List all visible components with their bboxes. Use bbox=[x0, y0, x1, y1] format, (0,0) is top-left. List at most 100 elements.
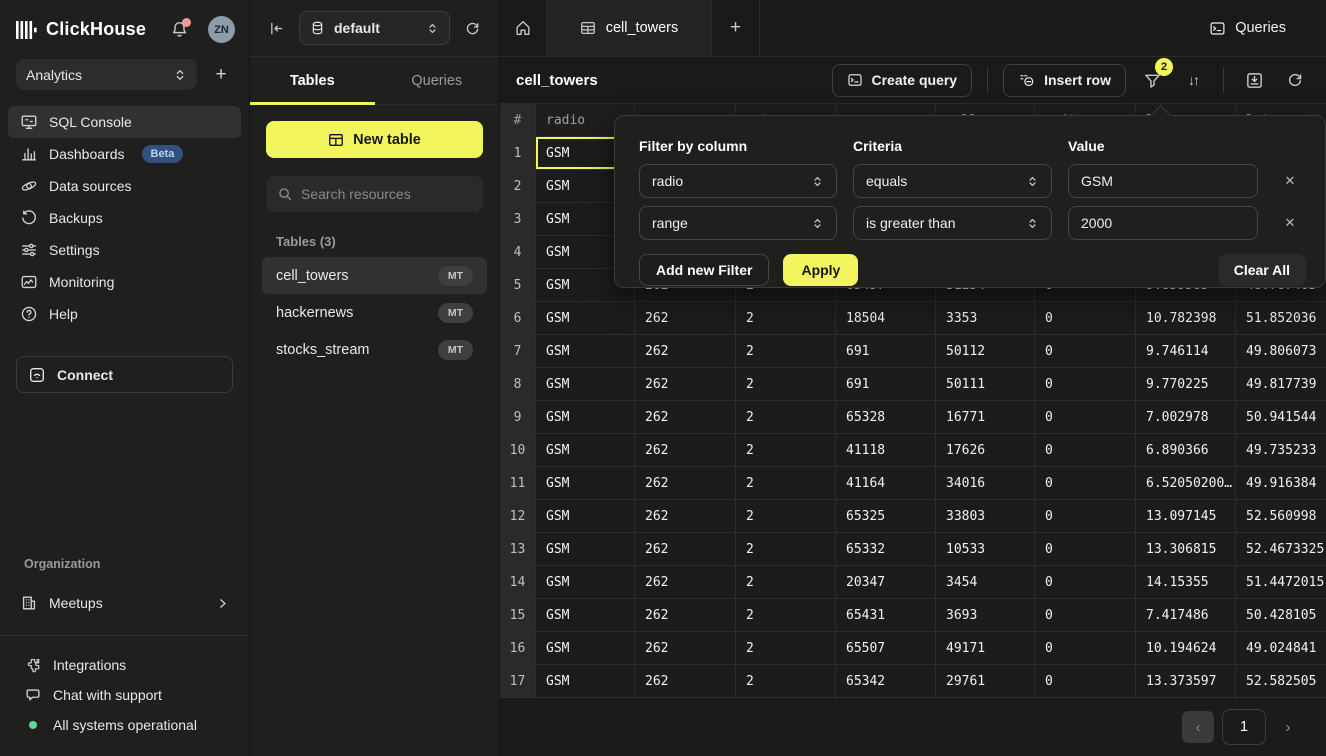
cell[interactable]: 2 bbox=[736, 632, 836, 665]
cell[interactable]: 2 bbox=[736, 500, 836, 533]
cell[interactable]: GSM bbox=[536, 632, 635, 665]
cell[interactable]: 0 bbox=[1035, 632, 1136, 665]
cell[interactable]: 10.782398 bbox=[1136, 302, 1236, 335]
cell[interactable]: GSM bbox=[536, 533, 635, 566]
cell[interactable]: 0 bbox=[1035, 401, 1136, 434]
cell[interactable]: 262 bbox=[635, 302, 736, 335]
notifications-bell-icon[interactable] bbox=[167, 18, 191, 42]
cell[interactable]: 0 bbox=[1035, 500, 1136, 533]
cell[interactable]: 50.941544 bbox=[1236, 401, 1326, 434]
filter-column-select-1[interactable]: radio bbox=[639, 164, 837, 198]
table-list-item-cell-towers[interactable]: cell_towers MT bbox=[262, 257, 487, 294]
workspace-select[interactable]: Analytics bbox=[16, 59, 197, 90]
table-list-item-stocks-stream[interactable]: stocks_stream MT bbox=[262, 331, 487, 368]
cell[interactable]: 65325 bbox=[836, 500, 936, 533]
queries-button[interactable]: Queries bbox=[1209, 0, 1326, 56]
download-icon[interactable] bbox=[1239, 65, 1269, 95]
cell[interactable]: 13.373597 bbox=[1136, 665, 1236, 698]
avatar[interactable]: ZN bbox=[208, 16, 235, 43]
cell[interactable]: GSM bbox=[536, 599, 635, 632]
cell[interactable]: 49.916384 bbox=[1236, 467, 1326, 500]
cell[interactable]: 2 bbox=[736, 599, 836, 632]
filter-value-input-1[interactable] bbox=[1081, 173, 1245, 189]
cell[interactable]: GSM bbox=[536, 401, 635, 434]
cell[interactable]: 691 bbox=[836, 335, 936, 368]
cell[interactable]: 0 bbox=[1035, 434, 1136, 467]
cell[interactable]: 262 bbox=[635, 368, 736, 401]
cell[interactable]: 0 bbox=[1035, 467, 1136, 500]
cell[interactable]: 52.582505 bbox=[1236, 665, 1326, 698]
cell[interactable]: 691 bbox=[836, 368, 936, 401]
filter-criteria-select-1[interactable]: equals bbox=[853, 164, 1052, 198]
cell[interactable]: 41118 bbox=[836, 434, 936, 467]
cell[interactable]: 29761 bbox=[936, 665, 1035, 698]
open-tab-cell-towers[interactable]: cell_towers bbox=[547, 0, 712, 56]
sidebar-item-chat-support[interactable]: Chat with support bbox=[8, 680, 241, 710]
filter-funnel-icon[interactable]: 2 bbox=[1137, 65, 1167, 95]
cell[interactable]: GSM bbox=[536, 467, 635, 500]
cell[interactable]: 65507 bbox=[836, 632, 936, 665]
cell[interactable]: 0 bbox=[1035, 599, 1136, 632]
cell[interactable]: 2 bbox=[736, 368, 836, 401]
sort-icon[interactable]: ↓↑ bbox=[1178, 65, 1208, 95]
filter-column-select-2[interactable]: range bbox=[639, 206, 837, 240]
cell[interactable]: 0 bbox=[1035, 368, 1136, 401]
cell[interactable]: 18504 bbox=[836, 302, 936, 335]
cell[interactable]: 20347 bbox=[836, 566, 936, 599]
remove-filter-1-icon[interactable]: ✕ bbox=[1274, 173, 1306, 189]
cell[interactable]: 51.4472015 bbox=[1236, 566, 1326, 599]
cell[interactable]: GSM bbox=[536, 368, 635, 401]
cell[interactable]: 7.417486 bbox=[1136, 599, 1236, 632]
sidebar-item-settings[interactable]: Settings bbox=[8, 234, 241, 266]
sidebar-item-help[interactable]: Help bbox=[8, 298, 241, 330]
cell[interactable]: 10533 bbox=[936, 533, 1035, 566]
sidebar-item-meetups[interactable]: Meetups bbox=[8, 587, 241, 619]
cell[interactable]: 34016 bbox=[936, 467, 1035, 500]
cell[interactable]: 51.852036 bbox=[1236, 302, 1326, 335]
cell[interactable]: 49.735233 bbox=[1236, 434, 1326, 467]
sidebar-item-monitoring[interactable]: Monitoring bbox=[8, 266, 241, 298]
new-table-button[interactable]: New table bbox=[266, 121, 483, 158]
filter-value-input-2[interactable] bbox=[1081, 215, 1245, 231]
cell[interactable]: GSM bbox=[536, 500, 635, 533]
cell[interactable]: 49.024841 bbox=[1236, 632, 1326, 665]
cell[interactable]: GSM bbox=[536, 302, 635, 335]
sidebar-item-backups[interactable]: Backups bbox=[8, 202, 241, 234]
cell[interactable]: 0 bbox=[1035, 566, 1136, 599]
refresh-tables-icon[interactable] bbox=[460, 16, 485, 41]
database-select[interactable]: default bbox=[299, 11, 450, 45]
tab-queries[interactable]: Queries bbox=[375, 57, 500, 104]
cell[interactable]: 0 bbox=[1035, 665, 1136, 698]
cell[interactable]: 65431 bbox=[836, 599, 936, 632]
cell[interactable]: 262 bbox=[635, 434, 736, 467]
insert-row-button[interactable]: Insert row bbox=[1003, 64, 1126, 97]
cell[interactable]: 3353 bbox=[936, 302, 1035, 335]
cell[interactable]: 2 bbox=[736, 302, 836, 335]
cell[interactable]: 13.097145 bbox=[1136, 500, 1236, 533]
cell[interactable]: 2 bbox=[736, 533, 836, 566]
cell[interactable]: 262 bbox=[635, 599, 736, 632]
create-query-button[interactable]: Create query bbox=[832, 64, 973, 97]
cell[interactable]: 65342 bbox=[836, 665, 936, 698]
sidebar-item-data-sources[interactable]: Data sources bbox=[8, 170, 241, 202]
cell[interactable]: 3454 bbox=[936, 566, 1035, 599]
cell[interactable]: 9.770225 bbox=[1136, 368, 1236, 401]
cell[interactable]: GSM bbox=[536, 566, 635, 599]
column-header[interactable]: # bbox=[500, 104, 536, 137]
cell[interactable]: 13.306815 bbox=[1136, 533, 1236, 566]
cell[interactable]: 7.002978 bbox=[1136, 401, 1236, 434]
cell[interactable]: GSM bbox=[536, 335, 635, 368]
sidebar-item-sql-console[interactable]: SQL Console bbox=[8, 106, 241, 138]
new-tab-button[interactable]: + bbox=[712, 0, 760, 56]
collapse-panel-icon[interactable] bbox=[264, 16, 289, 41]
cell[interactable]: 262 bbox=[635, 467, 736, 500]
cell[interactable]: 2 bbox=[736, 467, 836, 500]
cell[interactable]: 52.560998 bbox=[1236, 500, 1326, 533]
add-filter-button[interactable]: Add new Filter bbox=[639, 254, 769, 286]
cell[interactable]: 49171 bbox=[936, 632, 1035, 665]
cell[interactable]: 262 bbox=[635, 632, 736, 665]
cell[interactable]: 10.194624 bbox=[1136, 632, 1236, 665]
cell[interactable]: GSM bbox=[536, 665, 635, 698]
next-page-button[interactable]: › bbox=[1274, 711, 1302, 743]
cell[interactable]: 2 bbox=[736, 566, 836, 599]
